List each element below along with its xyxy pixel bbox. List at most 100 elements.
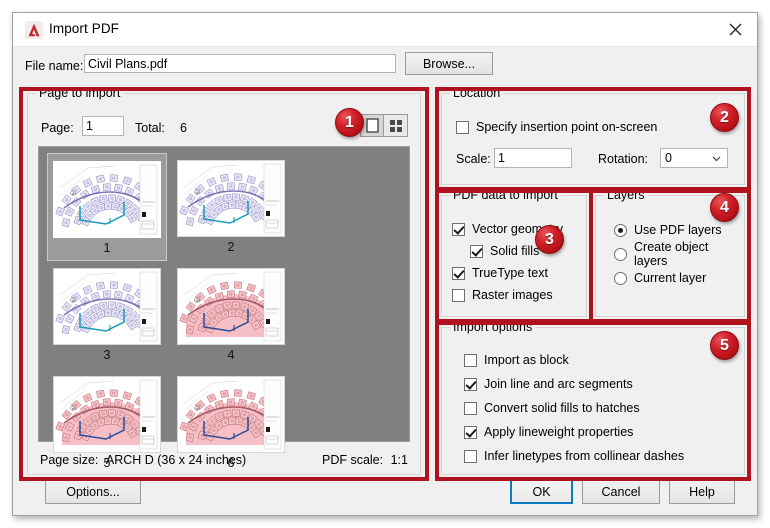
file-name-input[interactable] [84,54,396,73]
page-thumbnail-1[interactable]: B 1 [47,153,167,261]
checkbox-label: Join line and arc segments [484,377,633,391]
scale-label: Scale: [456,152,491,166]
browse-button[interactable]: Browse... [405,52,493,75]
rotation-value: 0 [665,151,672,165]
checkbox-box [452,288,465,302]
checkbox-label: Solid fills [490,244,540,258]
page-thumbnail-3[interactable]: B 3 [47,261,167,369]
radio-label: Current layer [634,271,707,285]
specify-insertion-point-label: Specify insertion point on-screen [476,120,658,134]
checkbox-box [464,425,477,439]
svg-text:B: B [72,299,74,303]
annotation-badge-5: 5 [710,331,739,360]
page-thumbnail-4[interactable]: B 4 [171,261,291,369]
annotation-badge-3: 3 [535,225,564,254]
pdf-scale-value: 1:1 [390,453,408,467]
import-option-checkbox-1[interactable]: Join line and arc segments [464,372,740,396]
svg-text:B: B [196,191,198,195]
grid-view-icon[interactable] [384,115,407,136]
page-number-label: Page: [41,121,74,135]
checkbox-box [470,244,483,258]
checkbox-box [464,353,477,367]
radio-box [614,223,627,237]
import-option-checkbox-3[interactable]: Apply lineweight properties [464,420,740,444]
page-to-import-title: Page to import [36,86,124,100]
checkbox-box [456,120,469,134]
specify-insertion-point-checkbox[interactable]: Specify insertion point on-screen [456,120,657,134]
autocad-a-icon [25,21,43,39]
page-number-input[interactable] [82,116,124,136]
single-page-view-icon[interactable] [361,115,385,136]
import-options-title: Import options [450,320,536,334]
page-size-value: ARCH D (36 x 24 inches) [105,453,247,467]
annotation-badge-4: 4 [710,193,739,222]
pdf-data-group: PDF data to import Vector geometry Solid … [441,188,587,317]
thumbnail-number: 1 [103,241,111,255]
view-mode-toggle [360,114,408,137]
checkbox-label: Raster images [472,288,553,302]
pdf-scale-info: PDF scale: 1:1 [322,453,408,467]
layers-title: Layers [604,188,648,202]
svg-text:B: B [196,299,198,303]
ok-button[interactable]: OK [510,479,573,504]
page-title: Import PDF [49,21,120,36]
rotation-select[interactable]: 0 [660,148,728,168]
pdf-data-title: PDF data to import [450,188,561,202]
cancel-button[interactable]: Cancel [582,479,660,504]
total-pages-value: 6 [180,121,187,135]
pdf-data-checkbox-2[interactable]: TrueType text [452,262,582,284]
layers-radio-2[interactable]: Current layer [614,266,740,290]
import-options-checkbox-list: Import as block Join line and arc segment… [464,348,740,468]
pdf-data-checkbox-1[interactable]: Solid fills [470,240,582,262]
import-pdf-dialog: Import PDF File name: Browse... Page to … [12,12,758,516]
file-name-row: File name: Browse... [13,47,757,85]
radio-box [614,247,627,261]
radio-box [614,271,627,285]
checkbox-label: Convert solid fills to hatches [484,401,640,415]
thumbnail-preview: B [177,268,285,345]
file-name-label: File name: [25,59,84,73]
thumbnail-preview: B [53,161,161,238]
total-pages-label: Total: [135,121,165,135]
checkbox-box [452,266,465,280]
chevron-down-icon [712,152,721,162]
annotation-badge-2: 2 [710,103,739,132]
thumbnail-number: 3 [103,348,111,362]
scale-input[interactable] [494,148,572,168]
checkbox-box [452,222,465,236]
pdf-data-checkbox-list: Vector geometry Solid fills TrueType text R… [452,218,582,306]
thumbnail-number: 4 [227,348,235,362]
page-thumbnail-list[interactable]: B 1 B 2 B 3 B 4 B 5 B 6 [38,146,410,470]
rotation-label: Rotation: [598,152,649,166]
close-icon[interactable] [713,13,757,46]
pdf-data-checkbox-3[interactable]: Raster images [452,284,582,306]
checkbox-label: Import as block [484,353,569,367]
checkbox-box [464,449,477,463]
radio-label: Use PDF layers [634,223,722,237]
title-bar: Import PDF [13,13,757,47]
checkbox-label: Infer linetypes from collinear dashes [484,449,685,463]
svg-text:B: B [72,192,74,196]
options-button[interactable]: Options... [45,479,141,504]
thumbnail-preview: B [177,160,285,237]
import-option-checkbox-4[interactable]: Infer linetypes from collinear dashes [464,444,740,468]
thumbnail-preview: B [53,268,161,345]
page-thumbnail-2[interactable]: B 2 [171,153,291,261]
page-size-info: Page size: ARCH D (36 x 24 inches) [40,453,246,467]
checkbox-label: TrueType text [472,266,548,280]
layers-radio-list: Use PDF layers Create object layers Curren… [606,218,740,290]
checkbox-box [464,401,477,415]
layers-radio-1[interactable]: Create object layers [614,240,740,268]
radio-label: Create object layers [634,240,709,268]
annotation-badge-1: 1 [335,108,364,137]
thumbnail-preview: B [177,376,285,453]
checkbox-label: Apply lineweight properties [484,425,634,439]
location-group: Location Specify insertion point on-scre… [441,86,745,185]
import-options-group: Import options Import as block Join line … [441,320,745,475]
checkbox-box [464,377,477,391]
import-option-checkbox-0[interactable]: Import as block [464,348,740,372]
help-button[interactable]: Help [669,479,735,504]
thumbnail-preview: B [53,376,161,453]
import-option-checkbox-2[interactable]: Convert solid fills to hatches [464,396,740,420]
thumbnail-number: 2 [227,240,235,254]
